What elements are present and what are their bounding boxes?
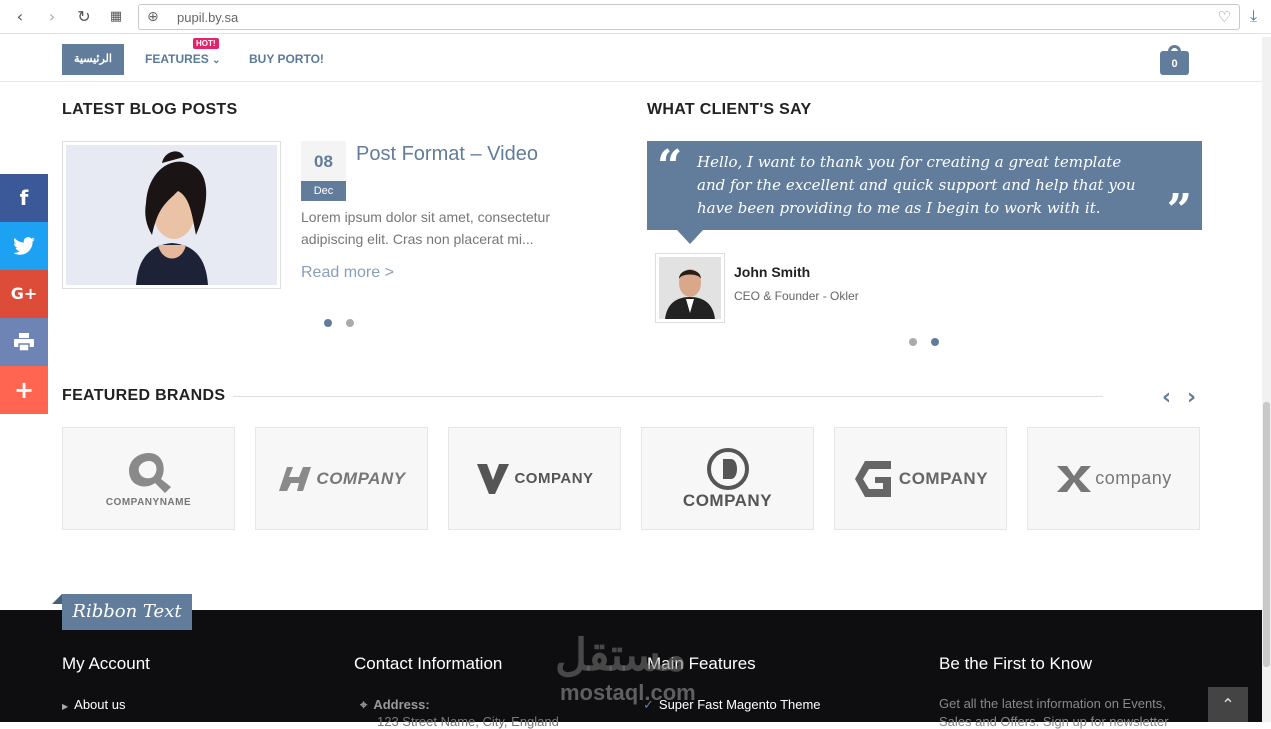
download-icon[interactable]: ⤓ bbox=[1250, 6, 1257, 26]
brands-divider bbox=[233, 396, 1103, 397]
client-name: John Smith bbox=[734, 264, 811, 280]
brand-name-2: COMPANY bbox=[316, 468, 406, 488]
tabs-grid-icon[interactable]: ▦ bbox=[106, 7, 126, 27]
brand-x-icon bbox=[1057, 465, 1092, 492]
brand-name-6: company bbox=[1095, 468, 1172, 488]
bookmark-heart-icon[interactable]: ♡ bbox=[1218, 8, 1231, 26]
brands-section-title: FEATURED BRANDS bbox=[62, 387, 226, 404]
testimonial-carousel-dot-1[interactable] bbox=[909, 338, 917, 346]
page-scrollbar[interactable] bbox=[1262, 37, 1271, 722]
watermark-domain: mostaql.com bbox=[560, 680, 696, 705]
chevron-down-icon: ⌄ bbox=[212, 55, 221, 66]
nav-features[interactable]: FEATURES ⌄ bbox=[145, 52, 221, 66]
brand-name-1: COMPANYNAME bbox=[105, 497, 192, 508]
quote-open-icon: “ bbox=[657, 141, 683, 192]
forward-icon[interactable]: › bbox=[42, 7, 62, 27]
footer-about-link[interactable]: ▶ About us bbox=[62, 697, 125, 712]
post-day: 08 bbox=[301, 141, 346, 181]
post-month: Dec bbox=[301, 181, 346, 201]
footer-contact-title: Contact Information bbox=[354, 654, 503, 673]
caret-right-icon: ▶ bbox=[62, 702, 69, 711]
brands-next-icon[interactable]: › bbox=[1187, 385, 1196, 410]
brand-circle-icon bbox=[706, 447, 749, 490]
facebook-icon: f bbox=[19, 186, 29, 210]
woman-photo bbox=[66, 145, 277, 285]
address-bar[interactable]: ⊕ pupil.by.sa ♡ bbox=[138, 4, 1240, 30]
footer-address-text: Address: bbox=[373, 697, 430, 712]
post-date: 08 Dec bbox=[301, 141, 346, 201]
brand-v-icon bbox=[477, 463, 510, 494]
man-photo bbox=[659, 257, 721, 319]
hot-badge: HOT! bbox=[193, 38, 219, 49]
brand-logo-1[interactable]: COMPANYNAME bbox=[62, 427, 235, 530]
brand-logo-2[interactable]: COMPANY bbox=[255, 427, 428, 530]
cart-button[interactable]: 0 bbox=[1160, 45, 1190, 75]
brand-logo-4[interactable]: COMPANY bbox=[641, 427, 814, 530]
testimonial-section-title: WHAT CLIENT'S SAY bbox=[647, 101, 812, 118]
watermark-logo: مستقل bbox=[555, 631, 687, 680]
map-marker-icon: ⌖ bbox=[360, 697, 368, 712]
nav-home[interactable]: الرئيسية bbox=[62, 44, 124, 75]
brand-q-icon bbox=[128, 453, 171, 493]
footer-about-label: About us bbox=[74, 697, 126, 712]
client-role: CEO & Founder - Okler bbox=[734, 289, 859, 303]
scroll-to-top-button[interactable]: ⌃ bbox=[1208, 687, 1248, 722]
footer-my-account-title: My Account bbox=[62, 654, 150, 673]
testimonial-text: Hello, I want to thank you for creating … bbox=[697, 153, 1136, 217]
footer-ribbon: Ribbon Text bbox=[62, 594, 192, 630]
google-plus-icon: G+ bbox=[10, 284, 38, 303]
brands-prev-icon[interactable]: ‹ bbox=[1162, 385, 1171, 410]
reload-icon[interactable]: ↻ bbox=[74, 7, 94, 27]
footer-address-label: ⌖ Address: bbox=[360, 697, 430, 713]
footer-newsletter-text: Get all the latest information on Events… bbox=[939, 696, 1166, 711]
brand-name-5: COMPANY bbox=[898, 468, 989, 488]
brand-g-icon bbox=[854, 460, 891, 497]
print-share-button[interactable] bbox=[0, 318, 48, 366]
twitter-share-button[interactable] bbox=[0, 222, 48, 270]
blog-section-title: LATEST BLOG POSTS bbox=[62, 101, 238, 118]
scrollbar-thumb[interactable] bbox=[1263, 402, 1270, 667]
post-excerpt: Lorem ipsum dolor sit amet, consectetur … bbox=[301, 209, 550, 247]
more-icon: + bbox=[13, 376, 35, 404]
blog-carousel-dot-2[interactable] bbox=[346, 319, 354, 327]
print-icon bbox=[14, 333, 34, 352]
testimonial-carousel-dot-2[interactable] bbox=[931, 338, 939, 346]
brand-h-icon bbox=[279, 466, 312, 491]
brand-logo-3[interactable]: COMPANY bbox=[448, 427, 621, 530]
quote-close-icon: ” bbox=[1166, 185, 1192, 236]
testimonial-quote-box: “ Hello, I want to thank you for creatin… bbox=[647, 141, 1202, 244]
brand-name-3: COMPANY bbox=[514, 470, 594, 487]
back-icon[interactable]: ‹ bbox=[10, 7, 30, 27]
globe-icon: ⊕ bbox=[147, 9, 159, 25]
browser-toolbar: ‹ › ↻ ▦ ⊕ pupil.by.sa ♡ ⤓ bbox=[0, 0, 1271, 34]
main-navigation: الرئيسية FEATURES ⌄ HOT! BUY PORTO! 0 bbox=[0, 37, 1262, 82]
client-avatar bbox=[655, 253, 725, 323]
ribbon-fold bbox=[52, 594, 62, 604]
twitter-icon bbox=[13, 237, 35, 255]
nav-buy-porto[interactable]: BUY PORTO! bbox=[249, 52, 324, 66]
quote-tail bbox=[677, 230, 703, 244]
blog-carousel-dot-1[interactable] bbox=[324, 319, 332, 327]
post-title-link[interactable]: Post Format – Video bbox=[356, 143, 538, 166]
read-more-link[interactable]: Read more > bbox=[301, 264, 394, 282]
chevron-up-icon: ⌃ bbox=[1221, 695, 1235, 714]
footer-newsletter-title: Be the First to Know bbox=[939, 654, 1093, 673]
brand-name-4: COMPANY bbox=[682, 490, 773, 510]
brand-logo-5[interactable]: COMPANY bbox=[834, 427, 1007, 530]
nav-features-label: FEATURES bbox=[145, 52, 209, 66]
facebook-share-button[interactable]: f bbox=[0, 174, 48, 222]
brand-logo-6[interactable]: company bbox=[1027, 427, 1200, 530]
google-plus-share-button[interactable]: G+ bbox=[0, 270, 48, 318]
more-share-button[interactable]: + bbox=[0, 366, 48, 414]
url-text[interactable]: pupil.by.sa bbox=[177, 10, 238, 25]
blog-post-image[interactable] bbox=[62, 141, 281, 289]
cart-count: 0 bbox=[1160, 51, 1189, 75]
